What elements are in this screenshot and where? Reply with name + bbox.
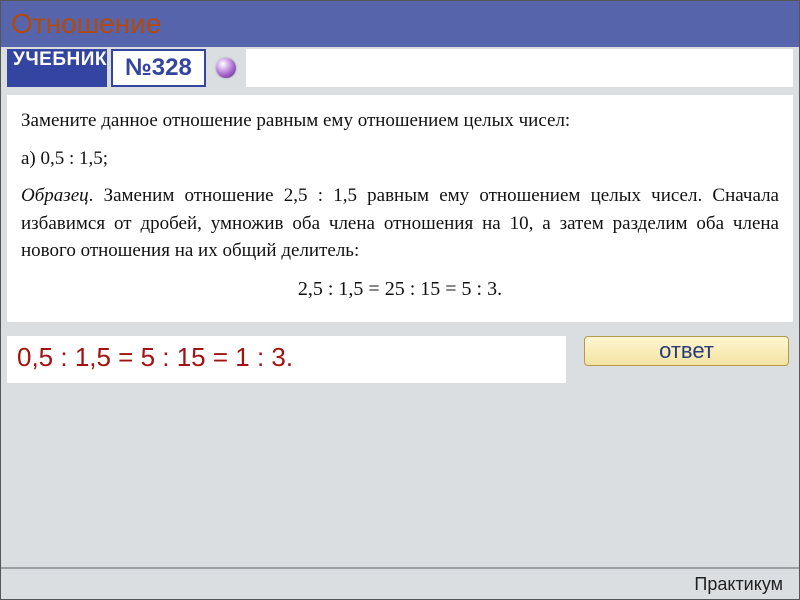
toolbar-spacer: [246, 49, 793, 87]
footer-label: Практикум: [694, 574, 783, 595]
purple-orb-icon[interactable]: [216, 58, 236, 78]
footer-bar: Практикум: [1, 567, 799, 599]
toolbar: УЧЕБНИК №328: [1, 47, 799, 89]
answer-text: 0,5 : 1,5 = 5 : 15 = 1 : 3.: [7, 336, 566, 383]
sample-equation: 2,5 : 1,5 = 25 : 15 = 5 : 3.: [21, 275, 779, 304]
page-title: Отношение: [11, 8, 161, 40]
app-window: Отношение УЧЕБНИК №328 Замените данное о…: [0, 0, 800, 600]
problem-number-box: №328: [111, 49, 206, 87]
sample-label: Образец: [21, 185, 89, 206]
problem-panel: Замените данное отношение равным ему отн…: [7, 95, 793, 322]
problem-item-a: а) 0,5 : 1,5;: [21, 145, 779, 173]
sample-text: . Заменим отношение 2,5 : 1,5 равным ему…: [21, 185, 779, 261]
title-bar: Отношение: [1, 1, 799, 47]
problem-prompt: Замените данное отношение равным ему отн…: [21, 107, 779, 135]
orb-cell: [210, 49, 242, 87]
textbook-chip: УЧЕБНИК: [7, 49, 107, 87]
answer-row: 0,5 : 1,5 = 5 : 15 = 1 : 3. ответ: [7, 336, 793, 383]
answer-button[interactable]: ответ: [584, 336, 789, 366]
sample-paragraph: Образец. Заменим отношение 2,5 : 1,5 рав…: [21, 182, 779, 265]
